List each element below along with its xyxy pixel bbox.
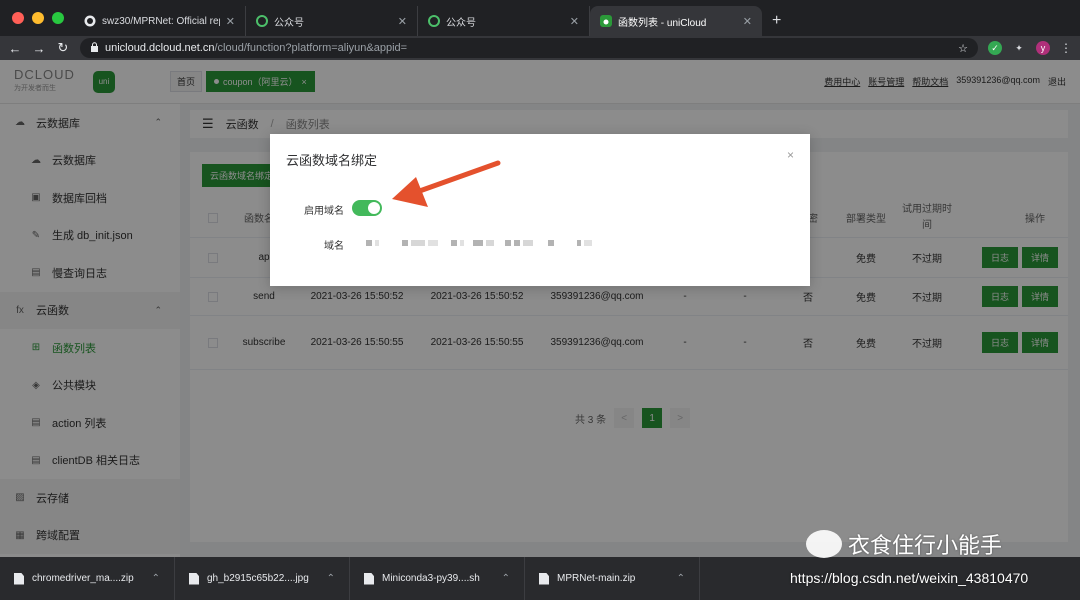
url-path: /cloud/function?platform=aliyun&appid= [214, 42, 408, 54]
domain-label: 域名 [324, 241, 344, 252]
tab-label: 函数列表 - uniCloud [618, 17, 707, 29]
forward-arrow-icon[interactable]: → [32, 41, 46, 56]
tab-close-icon[interactable]: ✕ [226, 15, 235, 28]
wechat-icon [806, 530, 842, 558]
download-filename: gh_b2915c65b22....jpg [207, 573, 309, 584]
maximize-window-button[interactable] [52, 12, 64, 24]
browser-tab-wechat-2[interactable]: 公众号 ✕ [418, 6, 590, 36]
download-filename: Miniconda3-py39....sh [382, 573, 480, 584]
reload-icon[interactable]: ↻ [56, 40, 70, 56]
bookmark-star-icon[interactable]: ☆ [958, 42, 968, 55]
download-item[interactable]: MPRNet-main.zip ⌃ [525, 557, 700, 600]
window-controls [0, 0, 74, 36]
chevron-up-icon[interactable]: ⌃ [502, 573, 510, 584]
file-icon [189, 572, 199, 585]
download-item[interactable]: Miniconda3-py39....sh ⌃ [350, 557, 525, 600]
file-icon [364, 572, 374, 585]
avatar[interactable]: y [1036, 41, 1050, 55]
wechat-icon [256, 15, 268, 27]
download-filename: chromedriver_ma....zip [32, 573, 134, 584]
enable-domain-label: 启用域名 [304, 206, 344, 217]
browser-tab-strip: swz30/MPRNet: Official reposi ✕ 公众号 ✕ 公众… [0, 0, 1080, 36]
browser-tab-wechat-1[interactable]: 公众号 ✕ [246, 6, 418, 36]
menu-kebab-icon[interactable]: ⋮ [1060, 41, 1072, 55]
file-icon [14, 572, 24, 585]
chevron-up-icon[interactable]: ⌃ [677, 573, 685, 584]
url-host: unicloud.dcloud.net.cn [105, 42, 215, 54]
toggle-knob [368, 202, 380, 214]
chevron-up-icon[interactable]: ⌃ [327, 573, 335, 584]
annotation-arrow-icon [392, 160, 501, 207]
extension-icon[interactable]: ✓ [988, 41, 1002, 55]
wechat-watermark: 衣食住行小能手 [806, 528, 1002, 560]
wechat-icon [428, 15, 440, 27]
new-tab-button[interactable]: + [762, 6, 791, 36]
close-window-button[interactable] [12, 12, 24, 24]
puzzle-icon[interactable]: ✦ [1012, 41, 1026, 55]
watermark-account: 衣食住行小能手 [848, 533, 1003, 558]
github-icon [84, 15, 96, 27]
minimize-window-button[interactable] [32, 12, 44, 24]
browser-tab-github[interactable]: swz30/MPRNet: Official reposi ✕ [74, 6, 246, 36]
download-item[interactable]: gh_b2915c65b22....jpg ⌃ [175, 557, 350, 600]
unicloud-icon [600, 15, 612, 27]
file-icon [539, 572, 549, 585]
csdn-watermark: https://blog.csdn.net/weixin_43810470 [790, 570, 1029, 586]
tab-label: swz30/MPRNet: Official reposi [102, 15, 220, 27]
redacted-domain-value [366, 238, 616, 248]
browser-toolbar: ← → ↻ unicloud.dcloud.net.cn/cloud/funct… [0, 36, 1080, 60]
enable-domain-toggle[interactable] [352, 200, 382, 216]
download-filename: MPRNet-main.zip [557, 573, 636, 584]
browser-tab-unicloud[interactable]: 函数列表 - uniCloud ✕ [590, 6, 762, 36]
tab-close-icon[interactable]: ✕ [570, 15, 579, 28]
tab-close-icon[interactable]: ✕ [743, 15, 752, 28]
tab-close-icon[interactable]: ✕ [398, 15, 407, 28]
domain-bind-dialog: 云函数域名绑定 × 启用域名 域名 [270, 134, 810, 286]
back-arrow-icon[interactable]: ← [8, 41, 22, 56]
tab-label: 公众号 [274, 17, 304, 29]
download-item[interactable]: chromedriver_ma....zip ⌃ [0, 557, 175, 600]
dialog-title: 云函数域名绑定 [286, 153, 378, 168]
address-bar[interactable]: unicloud.dcloud.net.cn/cloud/function?pl… [80, 38, 978, 58]
tab-label: 公众号 [446, 17, 476, 29]
chevron-up-icon[interactable]: ⌃ [152, 573, 160, 584]
lock-icon [90, 41, 99, 55]
dialog-close-icon[interactable]: × [787, 148, 794, 162]
